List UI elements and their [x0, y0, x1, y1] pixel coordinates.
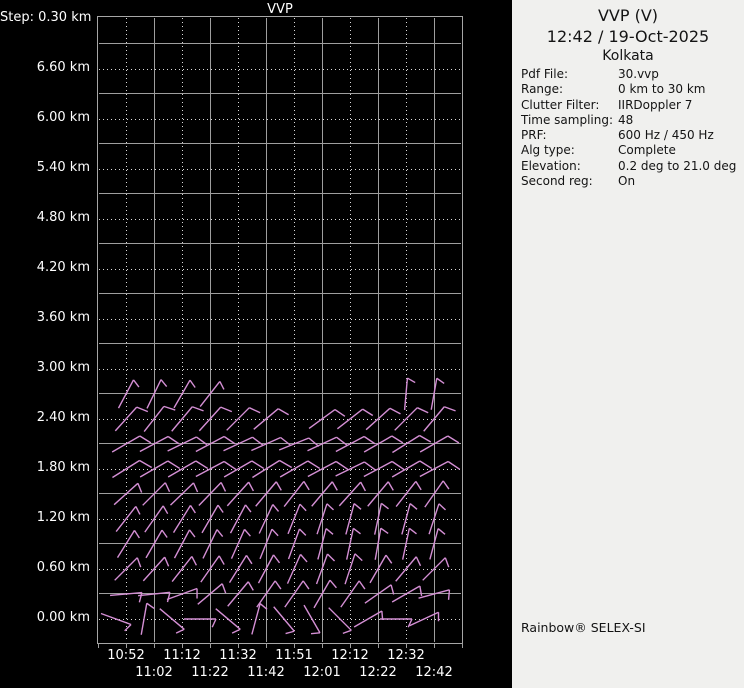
y-axis-label: 3.00 km	[36, 360, 90, 375]
wind-barb	[200, 555, 225, 583]
y-axis-label: 1.20 km	[36, 510, 90, 525]
info-label: Second reg:	[521, 174, 593, 189]
wind-barb	[228, 555, 253, 583]
plot-grid-and-barbs	[98, 18, 463, 648]
wind-barb	[159, 608, 185, 634]
wind-barb	[303, 604, 321, 635]
y-axis-label: 6.60 km	[36, 60, 90, 75]
panel-datetime: 12:42 / 19-Oct-2025	[546, 27, 710, 46]
x-axis-label: 12:32	[387, 648, 425, 663]
x-axis-label: 11:12	[163, 648, 201, 663]
wind-barb	[380, 618, 413, 628]
info-value: On	[618, 174, 636, 189]
wind-barb	[286, 553, 308, 584]
wind-barb	[257, 554, 281, 584]
y-axis-label: 5.40 km	[36, 160, 90, 175]
vvp-window: VVP Step: 0.30 km 6.60 km 6.00 km 5.40 km 4…	[0, 0, 744, 688]
x-axis-label: 12:12	[331, 648, 369, 663]
info-list: Pdf File: 30.vvp Range: 0 km to 30 km Clutte…	[521, 67, 739, 189]
y-axis-label: 3.60 km	[36, 310, 90, 325]
info-label: Time sampling:	[521, 112, 614, 127]
wind-barb	[144, 505, 169, 533]
x-axis-label: 10:52	[107, 648, 145, 663]
info-label: Range:	[521, 82, 564, 97]
wind-barb	[373, 502, 389, 535]
info-row: Time sampling: 48	[521, 113, 739, 128]
plot-area[interactable]	[97, 16, 463, 648]
info-value: Complete	[618, 143, 676, 158]
panel-title: VVP (V)	[597, 6, 659, 25]
x-axis-label: 11:42	[247, 665, 285, 680]
info-label: Alg type:	[521, 143, 575, 158]
y-axis-label: 0.60 km	[36, 560, 90, 575]
info-row: Second reg: On	[521, 174, 739, 189]
info-panel: VVP (V) 12:42 / 19-Oct-2025 Kolkata Pdf …	[512, 0, 744, 688]
x-axis-label: 11:02	[135, 665, 173, 680]
info-row: Elevation: 0.2 deg to 21.0 deg	[521, 159, 739, 174]
info-value: IIRDoppler 7	[618, 97, 693, 112]
x-axis-label: 12:01	[303, 665, 341, 680]
info-row: Range: 0 km to 30 km	[521, 82, 739, 97]
x-axis-label: 12:22	[359, 665, 397, 680]
x-axis-label: 11:32	[219, 648, 257, 663]
wind-barb	[172, 505, 196, 533]
wind-barb	[100, 612, 132, 632]
wind-barb	[328, 607, 352, 635]
info-value: 48	[618, 112, 634, 127]
wind-barb	[252, 459, 293, 479]
y-axis-label: 0.00 km	[36, 610, 90, 625]
wind-barb	[273, 606, 295, 635]
wind-barb	[215, 608, 241, 634]
y-axis-label: 6.00 km	[36, 110, 90, 125]
wind-barb	[369, 554, 393, 584]
y-axis-label: 2.40 km	[36, 410, 90, 425]
y-axis-step-label: Step: 0.30 km	[0, 10, 92, 25]
wind-barb	[184, 618, 217, 628]
info-value: 0.2 deg to 21.0 deg	[618, 158, 737, 173]
info-value: 600 Hz / 450 Hz	[618, 128, 714, 143]
x-axis-label: 11:22	[191, 665, 229, 680]
info-row: Clutter Filter: IIRDoppler 7	[521, 98, 739, 113]
info-value: 0 km to 30 km	[618, 82, 706, 97]
y-axis-label: 1.80 km	[36, 460, 90, 475]
y-axis-label: 4.20 km	[36, 260, 90, 275]
wind-barb	[112, 459, 153, 479]
info-label: Clutter Filter:	[521, 97, 600, 112]
info-row: Pdf File: 30.vvp	[521, 67, 739, 82]
info-row: PRF: 600 Hz / 450 Hz	[521, 128, 739, 143]
brand-footer: Rainbow® SELEX-SI	[521, 620, 646, 635]
info-row: Alg type: Complete	[521, 143, 739, 158]
info-label: PRF:	[521, 128, 547, 143]
wind-barb	[109, 591, 143, 603]
info-label: Pdf File:	[521, 67, 569, 81]
y-axis-label: 4.80 km	[36, 210, 90, 225]
info-value: 30.vvp	[618, 67, 659, 81]
x-axis-label: 11:51	[275, 648, 313, 663]
panel-site: Kolkata	[602, 48, 654, 64]
info-label: Elevation:	[521, 158, 581, 173]
plot-title: VVP	[267, 2, 293, 17]
x-axis-label: 12:42	[415, 665, 453, 680]
